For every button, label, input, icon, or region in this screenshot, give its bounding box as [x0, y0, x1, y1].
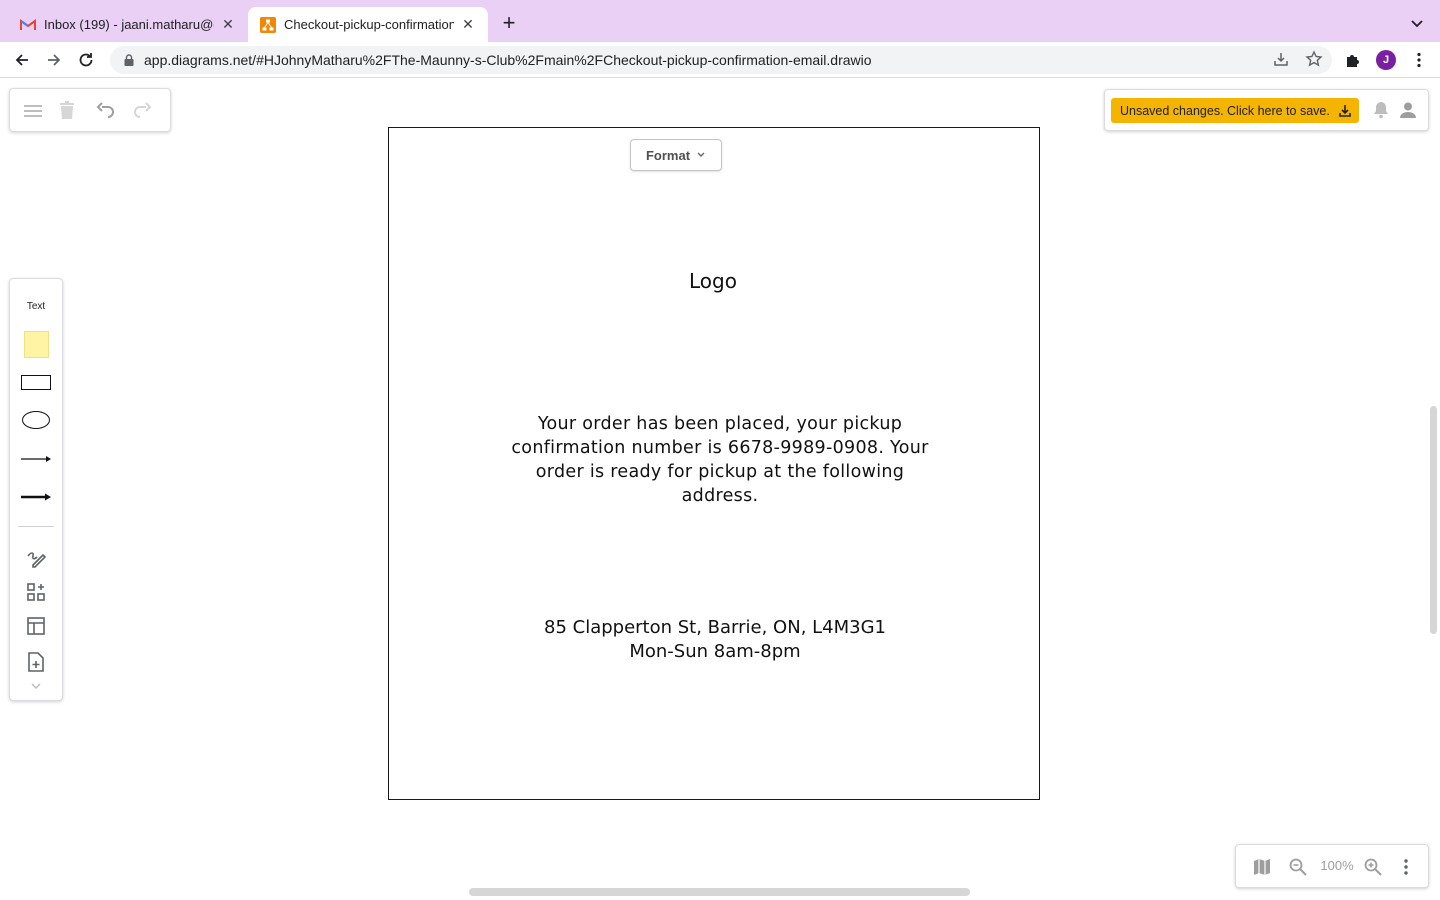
drawio-app: Unsaved changes. Click here to save. For… [0, 79, 1440, 900]
close-tab-icon[interactable]: ✕ [460, 16, 476, 33]
tab-gmail[interactable]: Inbox (199) - jaani.matharu@gr ✕ [8, 7, 248, 42]
notification-bell-icon[interactable] [1371, 100, 1391, 120]
url-text: app.diagrams.net/#HJohnyMatharu%2FThe-Ma… [144, 52, 872, 68]
lock-icon [124, 54, 134, 66]
freehand-tool[interactable] [10, 547, 62, 569]
back-arrow-icon[interactable] [12, 50, 32, 70]
chevron-down-icon [697, 152, 705, 157]
table-tool[interactable] [10, 615, 62, 637]
bookmark-star-icon[interactable] [1305, 50, 1323, 68]
zoom-out-icon[interactable] [1288, 857, 1308, 877]
trash-icon[interactable] [55, 99, 79, 123]
map-icon[interactable] [1252, 857, 1272, 877]
top-toolbar [9, 88, 171, 132]
zoom-level[interactable]: 100% [1314, 858, 1360, 873]
gmail-icon [20, 17, 36, 33]
tab-strip: Inbox (199) - jaani.matharu@gr ✕ Checkou… [0, 0, 1440, 42]
freehand-pen-icon [27, 552, 47, 568]
thick-arrow-shape[interactable] [10, 487, 62, 507]
more-shapes-button[interactable] [10, 581, 62, 603]
shapes-panel: Text [9, 278, 63, 701]
text-shape[interactable]: Text [10, 299, 62, 313]
unsaved-changes-save-button[interactable]: Unsaved changes. Click here to save. [1111, 98, 1359, 123]
add-shapes-grid-icon [27, 583, 45, 601]
profile-avatar[interactable]: J [1376, 50, 1396, 70]
format-label: Format [645, 147, 691, 163]
panel-divider [18, 526, 54, 527]
new-tab-button[interactable]: + [498, 12, 520, 34]
undo-icon[interactable] [93, 99, 117, 123]
pickup-address-text[interactable]: 85 Clapperton St, Barrie, ON, L4M3G1 Mon… [500, 616, 930, 664]
drawio-icon [260, 16, 276, 33]
template-tool[interactable] [10, 651, 62, 673]
zoom-controls: 100% [1235, 844, 1429, 888]
logo-placeholder-text[interactable]: Logo [640, 269, 786, 293]
close-tab-icon[interactable]: ✕ [220, 16, 236, 33]
more-options-icon[interactable] [1396, 857, 1416, 877]
address-bar[interactable]: app.diagrams.net/#HJohnyMatharu%2FThe-Ma… [110, 46, 1332, 74]
thin-arrow-icon [21, 456, 51, 462]
forward-arrow-icon[interactable] [44, 50, 64, 70]
user-icon[interactable] [1398, 100, 1418, 120]
ellipse-shape[interactable] [10, 409, 62, 431]
chevron-down-icon[interactable] [1408, 14, 1426, 32]
ellipse-icon [22, 411, 50, 429]
redo-icon[interactable] [131, 99, 155, 123]
panel-expand[interactable] [10, 679, 62, 693]
rectangle-icon [21, 374, 51, 390]
tab-title: Inbox (199) - jaani.matharu@gr [44, 17, 214, 32]
chevron-down-icon [31, 683, 41, 689]
save-label: Unsaved changes. Click here to save. [1120, 103, 1330, 118]
format-button[interactable]: Format [630, 139, 722, 171]
line-arrow-shape[interactable] [10, 449, 62, 469]
extensions-puzzle-icon[interactable] [1344, 51, 1362, 69]
hours-line: Mon-Sun 8am-8pm [629, 641, 801, 662]
thick-arrow-icon [21, 493, 51, 501]
save-bar: Unsaved changes. Click here to save. [1104, 89, 1429, 131]
vertical-scrollbar[interactable] [1430, 406, 1437, 634]
download-icon [1339, 104, 1351, 117]
address-line: 85 Clapperton St, Barrie, ON, L4M3G1 [544, 617, 886, 638]
browser-toolbar: app.diagrams.net/#HJohnyMatharu%2FThe-Ma… [0, 42, 1440, 78]
reload-icon[interactable] [76, 50, 96, 70]
sticky-note-shape[interactable] [10, 329, 62, 359]
confirmation-message-text[interactable]: Your order has been placed, your pickup … [510, 412, 930, 508]
install-app-icon[interactable] [1272, 50, 1290, 68]
add-page-icon [28, 652, 44, 672]
tab-drawio[interactable]: Checkout-pickup-confirmation ✕ [248, 7, 488, 42]
kebab-menu-icon[interactable] [1410, 51, 1428, 69]
sticky-note-icon [23, 330, 49, 358]
rectangle-shape[interactable] [10, 371, 62, 393]
table-icon [27, 617, 45, 635]
zoom-in-icon[interactable] [1363, 857, 1383, 877]
tab-title: Checkout-pickup-confirmation [284, 17, 454, 32]
hamburger-menu-icon[interactable] [21, 99, 45, 123]
horizontal-scrollbar[interactable] [469, 888, 970, 896]
